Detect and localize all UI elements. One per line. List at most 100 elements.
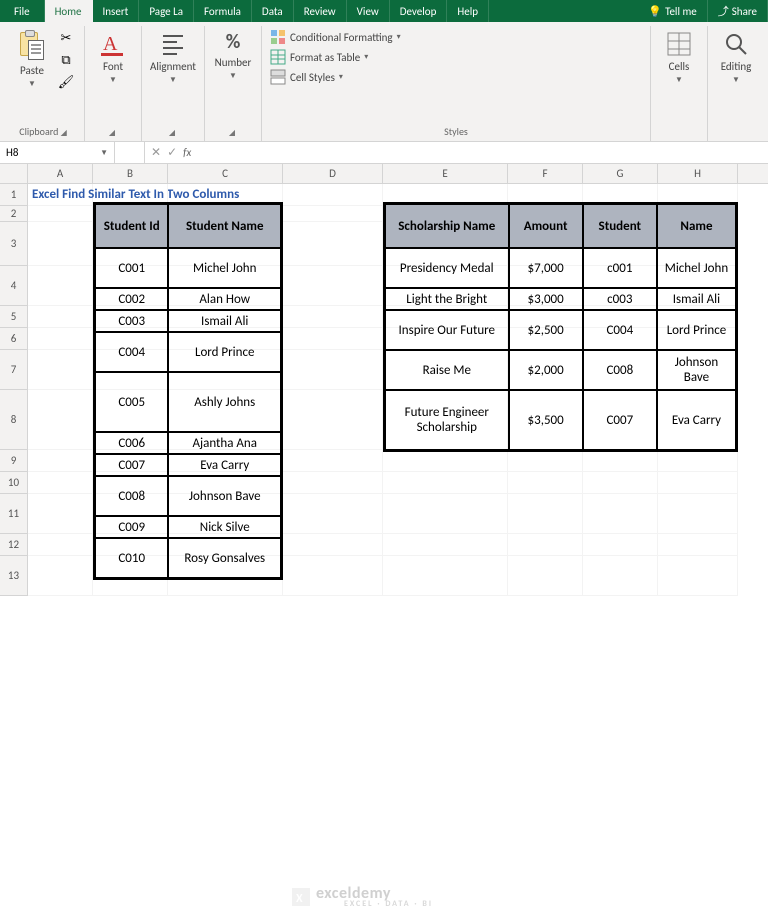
col-header[interactable]: B [93,164,168,183]
cell[interactable] [283,472,383,494]
cell[interactable] [383,472,508,494]
font-dialog-launcher[interactable]: ◢ [109,128,117,138]
table-cell[interactable]: $2,500 [509,310,583,350]
col-header[interactable]: A [28,164,93,183]
table-cell[interactable]: Alan How [168,288,281,310]
row-header[interactable]: 2 [0,206,28,222]
font-dropdown[interactable]: A Font ▼ [93,28,133,112]
format-painter-button[interactable]: 🖌 [56,72,76,92]
table-cell[interactable]: c001 [583,248,657,288]
clipboard-dialog-launcher[interactable]: ◢ [61,128,69,138]
table-cell[interactable]: C001 [95,248,168,288]
table-cell[interactable]: $2,000 [509,350,583,390]
cell[interactable] [28,494,93,534]
table-cell[interactable]: C006 [95,432,168,454]
table-cell[interactable]: Lord Prince [657,310,736,350]
cell[interactable] [658,450,738,472]
alignment-dialog-launcher[interactable]: ◢ [169,128,177,138]
row-header[interactable]: 7 [0,350,28,390]
cell[interactable] [283,390,383,450]
col-header[interactable]: G [583,164,658,183]
table-cell[interactable]: Michel John [657,248,736,288]
row-header[interactable]: 9 [0,450,28,472]
cell[interactable] [508,556,583,596]
table-cell[interactable]: Rosy Gonsalves [168,538,281,578]
cell[interactable] [583,472,658,494]
formula-input[interactable] [197,142,768,163]
conditional-formatting-button[interactable]: Conditional Formatting▾ [270,28,401,46]
number-dialog-launcher[interactable]: ◢ [229,128,237,138]
table-cell[interactable]: C008 [95,476,168,516]
cell[interactable] [383,494,508,534]
table-cell[interactable]: Light the Bright [385,288,509,310]
row-header[interactable]: 5 [0,306,28,328]
editing-dropdown[interactable]: Editing ▼ [716,28,756,112]
cut-button[interactable]: ✂ [56,28,76,48]
cell[interactable] [283,328,383,350]
row-header[interactable]: 4 [0,266,28,306]
row-header[interactable]: 8 [0,390,28,450]
cell[interactable] [28,266,93,306]
table-cell[interactable]: Michel John [168,248,281,288]
row-header[interactable]: 6 [0,328,28,350]
cell-styles-button[interactable]: Cell Styles▾ [270,68,343,86]
cell[interactable] [28,450,93,472]
table-cell[interactable]: Johnson Bave [168,476,281,516]
row-header[interactable]: 10 [0,472,28,494]
table-cell[interactable]: $7,000 [509,248,583,288]
table-cell[interactable]: c003 [583,288,657,310]
copy-button[interactable]: ⧉ [56,50,76,70]
table-cell[interactable]: Raise Me [385,350,509,390]
tab-review[interactable]: Review [294,0,347,22]
table-cell[interactable]: Future Engineer Scholarship [385,390,509,450]
cell[interactable] [583,556,658,596]
cancel-icon[interactable]: ✕ [151,145,161,160]
cells-dropdown[interactable]: Cells ▼ [659,28,699,112]
row-header[interactable]: 11 [0,494,28,534]
cell[interactable] [658,556,738,596]
cell[interactable] [508,494,583,534]
table-cell[interactable]: Ajantha Ana [168,432,281,454]
cell[interactable] [283,534,383,556]
table-cell[interactable]: C007 [95,454,168,476]
cell[interactable] [28,328,93,350]
cell[interactable] [583,534,658,556]
tab-view[interactable]: View [347,0,390,22]
table-cell[interactable]: Lord Prince [168,332,281,372]
fx-label[interactable]: fx [183,146,191,159]
table-cell[interactable]: C004 [95,332,168,372]
cell[interactable] [283,266,383,306]
cell[interactable] [283,222,383,266]
table-cell[interactable]: Ashly Johns [168,372,281,432]
table-cell[interactable]: Ismail Ali [657,288,736,310]
cell[interactable] [283,306,383,328]
cell[interactable] [658,534,738,556]
col-header[interactable]: F [508,164,583,183]
cell[interactable] [383,534,508,556]
table-cell[interactable]: Ismail Ali [168,310,281,332]
tab-home[interactable]: Home [45,0,93,22]
cell[interactable] [658,472,738,494]
table-cell[interactable]: C007 [583,390,657,450]
name-box[interactable]: H8▼ [0,142,115,163]
table-cell[interactable]: C002 [95,288,168,310]
tab-formulas[interactable]: Formula [194,0,252,22]
cell[interactable] [283,556,383,596]
paste-button[interactable]: Paste ▼ [12,28,52,112]
row-header[interactable]: 13 [0,556,28,596]
tab-developer[interactable]: Develop [390,0,448,22]
cell[interactable] [383,450,508,472]
cell[interactable] [28,306,93,328]
cell[interactable] [28,206,93,222]
enter-icon[interactable]: ✓ [167,145,177,160]
table-cell[interactable]: $3,500 [509,390,583,450]
cell[interactable] [283,494,383,534]
cell[interactable] [658,494,738,534]
row-header[interactable]: 1 [0,184,28,206]
table-cell[interactable]: C005 [95,372,168,432]
table-cell[interactable]: C008 [583,350,657,390]
cell[interactable] [28,472,93,494]
table-cell[interactable]: Eva Carry [657,390,736,450]
number-dropdown[interactable]: % Number ▼ [213,28,253,112]
table-cell[interactable]: Johnson Bave [657,350,736,390]
